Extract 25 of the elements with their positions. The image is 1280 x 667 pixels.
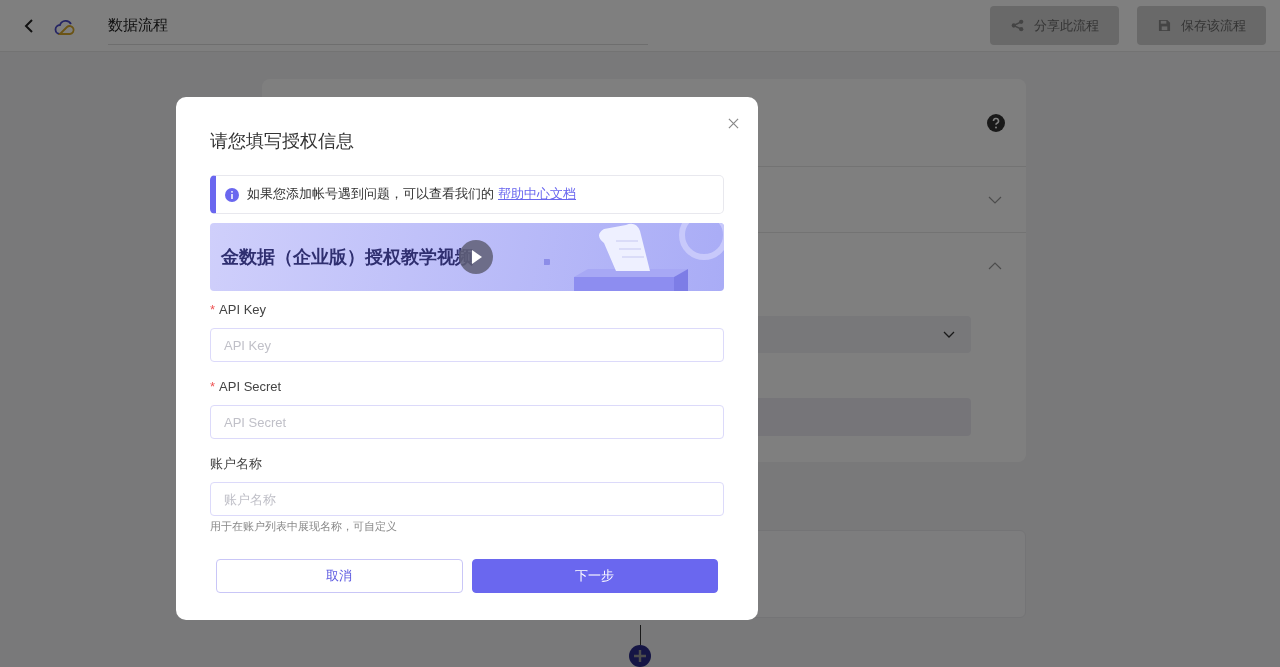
close-icon[interactable] <box>728 118 739 129</box>
field-hint: 用于在账户列表中展现名称，可自定义 <box>210 520 398 534</box>
notice-text: 如果您添加帐号遇到问题，可以查看我们的 <box>247 186 494 203</box>
help-doc-link[interactable]: 帮助中心文档 <box>498 186 576 203</box>
chevron-up-icon[interactable] <box>988 261 1002 270</box>
page-title: 数据流程 <box>108 15 168 35</box>
chevron-down-icon <box>943 331 955 338</box>
add-icon[interactable] <box>629 645 651 667</box>
back-icon[interactable] <box>24 17 34 34</box>
field-label: 账户名称 <box>210 454 262 473</box>
next-button[interactable]: 下一步 <box>471 559 718 593</box>
input-field[interactable]: API Secret <box>210 405 724 439</box>
input-field[interactable]: API Key <box>210 328 724 362</box>
cancel-button[interactable]: 取消 <box>216 559 463 593</box>
help-icon[interactable] <box>987 113 1005 132</box>
input-field[interactable]: 账户名称 <box>210 482 724 516</box>
required-mark: * <box>210 379 216 394</box>
field-label: API Secret <box>219 379 282 394</box>
required-mark: * <box>210 302 216 317</box>
field-label: API Key <box>219 302 267 317</box>
share-icon <box>1010 19 1024 32</box>
save-icon <box>1157 19 1171 32</box>
info-icon <box>225 187 239 202</box>
chevron-down-icon[interactable] <box>988 195 1002 204</box>
dialog-title: 请您填写授权信息 <box>210 130 355 153</box>
